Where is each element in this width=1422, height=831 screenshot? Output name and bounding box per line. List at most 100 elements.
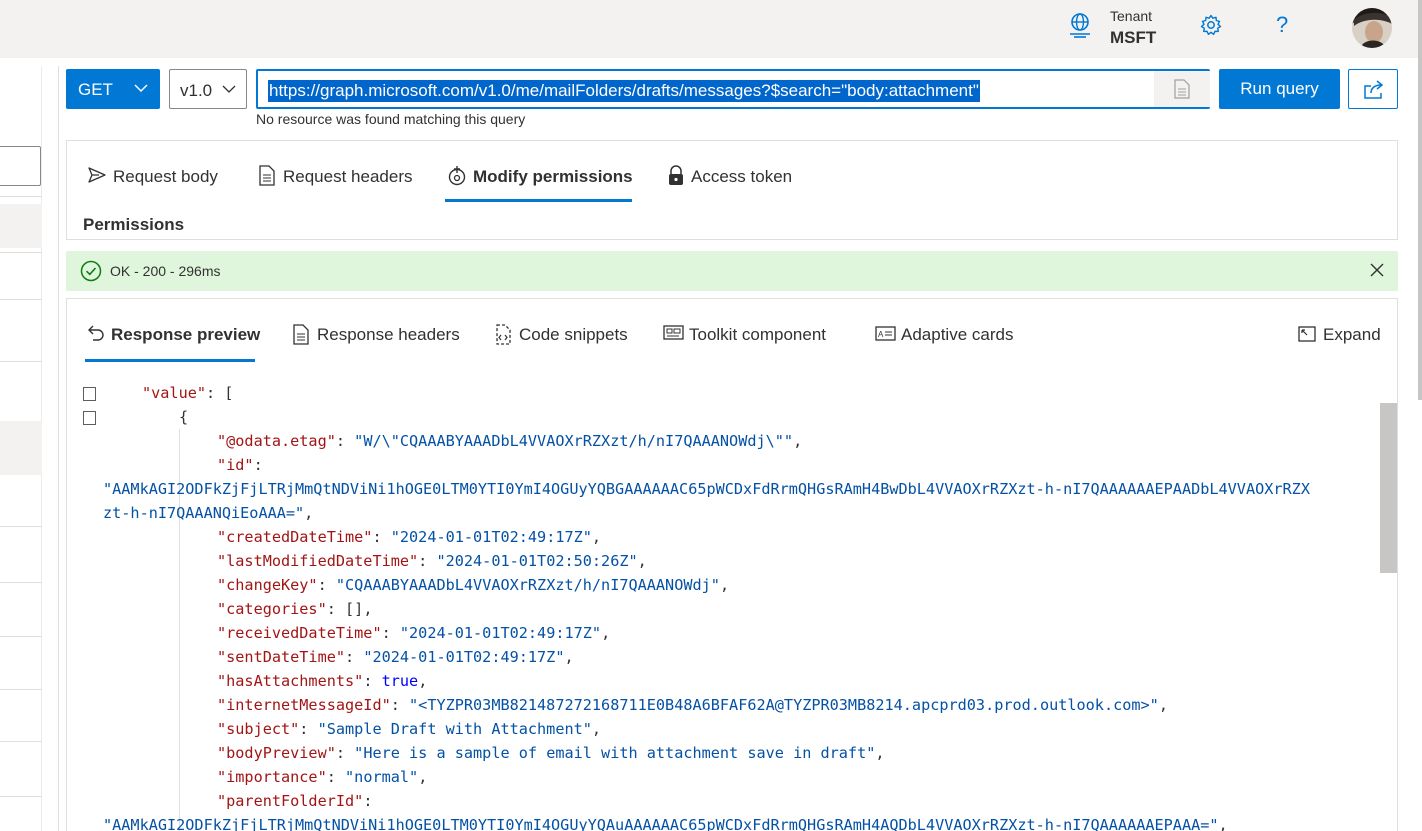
json-line: "importance": "normal", — [217, 768, 428, 786]
json-key: "lastModifiedDateTime" — [217, 552, 419, 570]
tab-response-preview[interactable]: Response preview — [87, 323, 261, 347]
document-icon — [259, 165, 275, 186]
query-url-input[interactable]: https://graph.microsoft.com/v1.0/me/mail… — [256, 69, 1210, 109]
json-key: "@odata.etag" — [217, 432, 336, 450]
json-punct: { — [179, 408, 189, 426]
sidebar-divider — [0, 636, 42, 637]
top-bar: Tenant MSFT ? — [0, 0, 1422, 58]
sidebar-divider — [0, 526, 42, 527]
document-icon — [293, 324, 309, 345]
response-scrollbar-thumb[interactable] — [1380, 403, 1397, 573]
expand-label: Expand — [1323, 325, 1381, 344]
json-value: "2024-01-01T02:49:17Z" — [399, 624, 602, 642]
json-line: "parentFolderId": — [217, 792, 373, 810]
url-doc-button[interactable] — [1154, 71, 1210, 107]
json-key: "sentDateTime" — [217, 648, 346, 666]
tab-label: Toolkit component — [689, 325, 827, 344]
chevron-down-icon — [134, 84, 148, 93]
tab-access-token[interactable]: Access token — [667, 165, 807, 189]
json-value: zt-h-nI7QAAANQiEoAAA=" — [103, 504, 305, 522]
tab-modify-permissions[interactable]: Modify permissions — [447, 165, 637, 189]
json-value: true — [381, 672, 419, 690]
window-scrollbar[interactable] — [1418, 0, 1422, 400]
json-value: "CQAAABYAAADbL4VVAOXrRZXzt/h/nI7QAAANOWd… — [335, 576, 720, 594]
json-key: "internetMessageId" — [217, 696, 391, 714]
active-tab-indicator — [445, 199, 632, 202]
response-panel: Response preview Response headers Code s… — [66, 298, 1398, 831]
tenant-icon[interactable] — [1068, 12, 1092, 40]
request-panel: Request body Request headers Modify perm… — [66, 140, 1398, 240]
send-icon — [88, 167, 106, 183]
sidebar-divider — [0, 196, 42, 197]
json-line: "AAMkAGI2ODFkZjFjLTRjMmQtNDViNi1hOGE0LTM… — [103, 813, 1228, 831]
sidebar-item[interactable] — [0, 204, 42, 248]
sidebar-item-selected[interactable] — [0, 421, 42, 475]
json-value: "AAMkAGI2ODFkZjFjLTRjMmQtNDViNi1hOGE0LTM… — [103, 480, 1310, 498]
tab-adaptive-cards[interactable]: A Adaptive cards — [875, 323, 1035, 347]
expand-button[interactable]: Expand — [1297, 323, 1387, 347]
tab-label: Modify permissions — [473, 167, 633, 186]
query-url-text[interactable]: https://graph.microsoft.com/v1.0/me/mail… — [268, 80, 980, 102]
tab-label: Response preview — [111, 325, 261, 344]
chevron-down-icon — [222, 85, 236, 93]
json-line: zt-h-nI7QAAANQiEoAAA=", — [103, 504, 314, 522]
api-version-dropdown[interactable]: v1.0 — [169, 69, 247, 109]
user-avatar[interactable] — [1352, 8, 1392, 48]
settings-gear-icon[interactable] — [1200, 14, 1222, 36]
fold-toggle[interactable] — [83, 411, 96, 425]
json-line: "subject": "Sample Draft with Attachment… — [217, 720, 602, 738]
json-line: "bodyPreview": "Here is a sample of emai… — [217, 744, 885, 762]
json-key: "id" — [217, 456, 254, 474]
sidebar-divider — [0, 252, 42, 253]
status-message-bar: OK - 200 - 296ms — [66, 251, 1398, 291]
json-line: "@odata.etag": "W/\"CQAAABYAAADbL4VVAOXr… — [217, 432, 803, 450]
permissions-heading: Permissions — [83, 215, 185, 234]
api-version-value: v1.0 — [180, 81, 213, 100]
document-icon — [1174, 79, 1190, 99]
json-line: { — [179, 405, 188, 429]
lock-icon — [669, 165, 683, 185]
json-value: "2024-01-01T02:49:17Z" — [363, 648, 565, 666]
tab-toolkit-component[interactable]: Toolkit component — [663, 323, 843, 347]
share-query-button[interactable] — [1348, 69, 1398, 109]
tab-request-body[interactable]: Request body — [87, 165, 227, 189]
permission-icon — [448, 166, 466, 186]
help-icon[interactable]: ? — [1276, 12, 1288, 38]
sidebar-divider — [0, 689, 42, 690]
json-line: "id": — [217, 456, 263, 474]
json-value: "normal" — [345, 768, 419, 786]
sidebar-divider — [0, 741, 42, 742]
json-line: "sentDateTime": "2024-01-01T02:49:17Z", — [217, 648, 574, 666]
run-query-button[interactable]: Run query — [1219, 69, 1340, 109]
panel-divider[interactable] — [58, 66, 59, 831]
fold-toggle[interactable] — [83, 387, 96, 401]
json-line: "internetMessageId": "<TYZPR03MB82148727… — [217, 696, 1168, 714]
json-line: "value": [ — [142, 381, 233, 405]
tab-label: Response headers — [317, 325, 460, 344]
tab-code-snippets[interactable]: Code snippets — [493, 323, 633, 347]
tab-request-headers[interactable]: Request headers — [257, 165, 417, 189]
sidebar-search-input[interactable] — [0, 146, 41, 186]
json-response-viewer[interactable]: "value": [ { "@odata.etag": "W/\"CQAAABY… — [67, 381, 1379, 831]
close-icon[interactable] — [1369, 262, 1385, 278]
http-method-dropdown[interactable]: GET — [66, 69, 160, 109]
json-value: "AAMkAGI2ODFkZjFjLTRjMmQtNDViNi1hOGE0LTM… — [103, 816, 1219, 831]
json-key: "receivedDateTime" — [217, 624, 382, 642]
json-line: "lastModifiedDateTime": "2024-01-01T02:5… — [217, 552, 647, 570]
sidebar-divider — [0, 796, 42, 797]
sidebar-divider — [0, 361, 42, 362]
svg-text:A: A — [878, 330, 884, 339]
json-value: "Here is a sample of email with attachme… — [354, 744, 876, 762]
json-line: "categories": [], — [217, 600, 373, 618]
json-punct: : [ — [206, 384, 234, 402]
json-value: "2024-01-01T02:49:17Z" — [390, 528, 592, 546]
expand-icon — [1298, 326, 1316, 342]
tenant-name[interactable]: MSFT — [1110, 28, 1156, 48]
json-line: "createdDateTime": "2024-01-01T02:49:17Z… — [217, 528, 602, 546]
sidebar-divider — [0, 582, 42, 583]
json-key: "parentFolderId" — [217, 792, 364, 810]
json-line: "changeKey": "CQAAABYAAADbL4VVAOXrRZXzt/… — [217, 576, 730, 594]
tab-response-headers[interactable]: Response headers — [291, 323, 461, 347]
json-key: "importance" — [217, 768, 327, 786]
tab-label: Request body — [113, 167, 218, 186]
